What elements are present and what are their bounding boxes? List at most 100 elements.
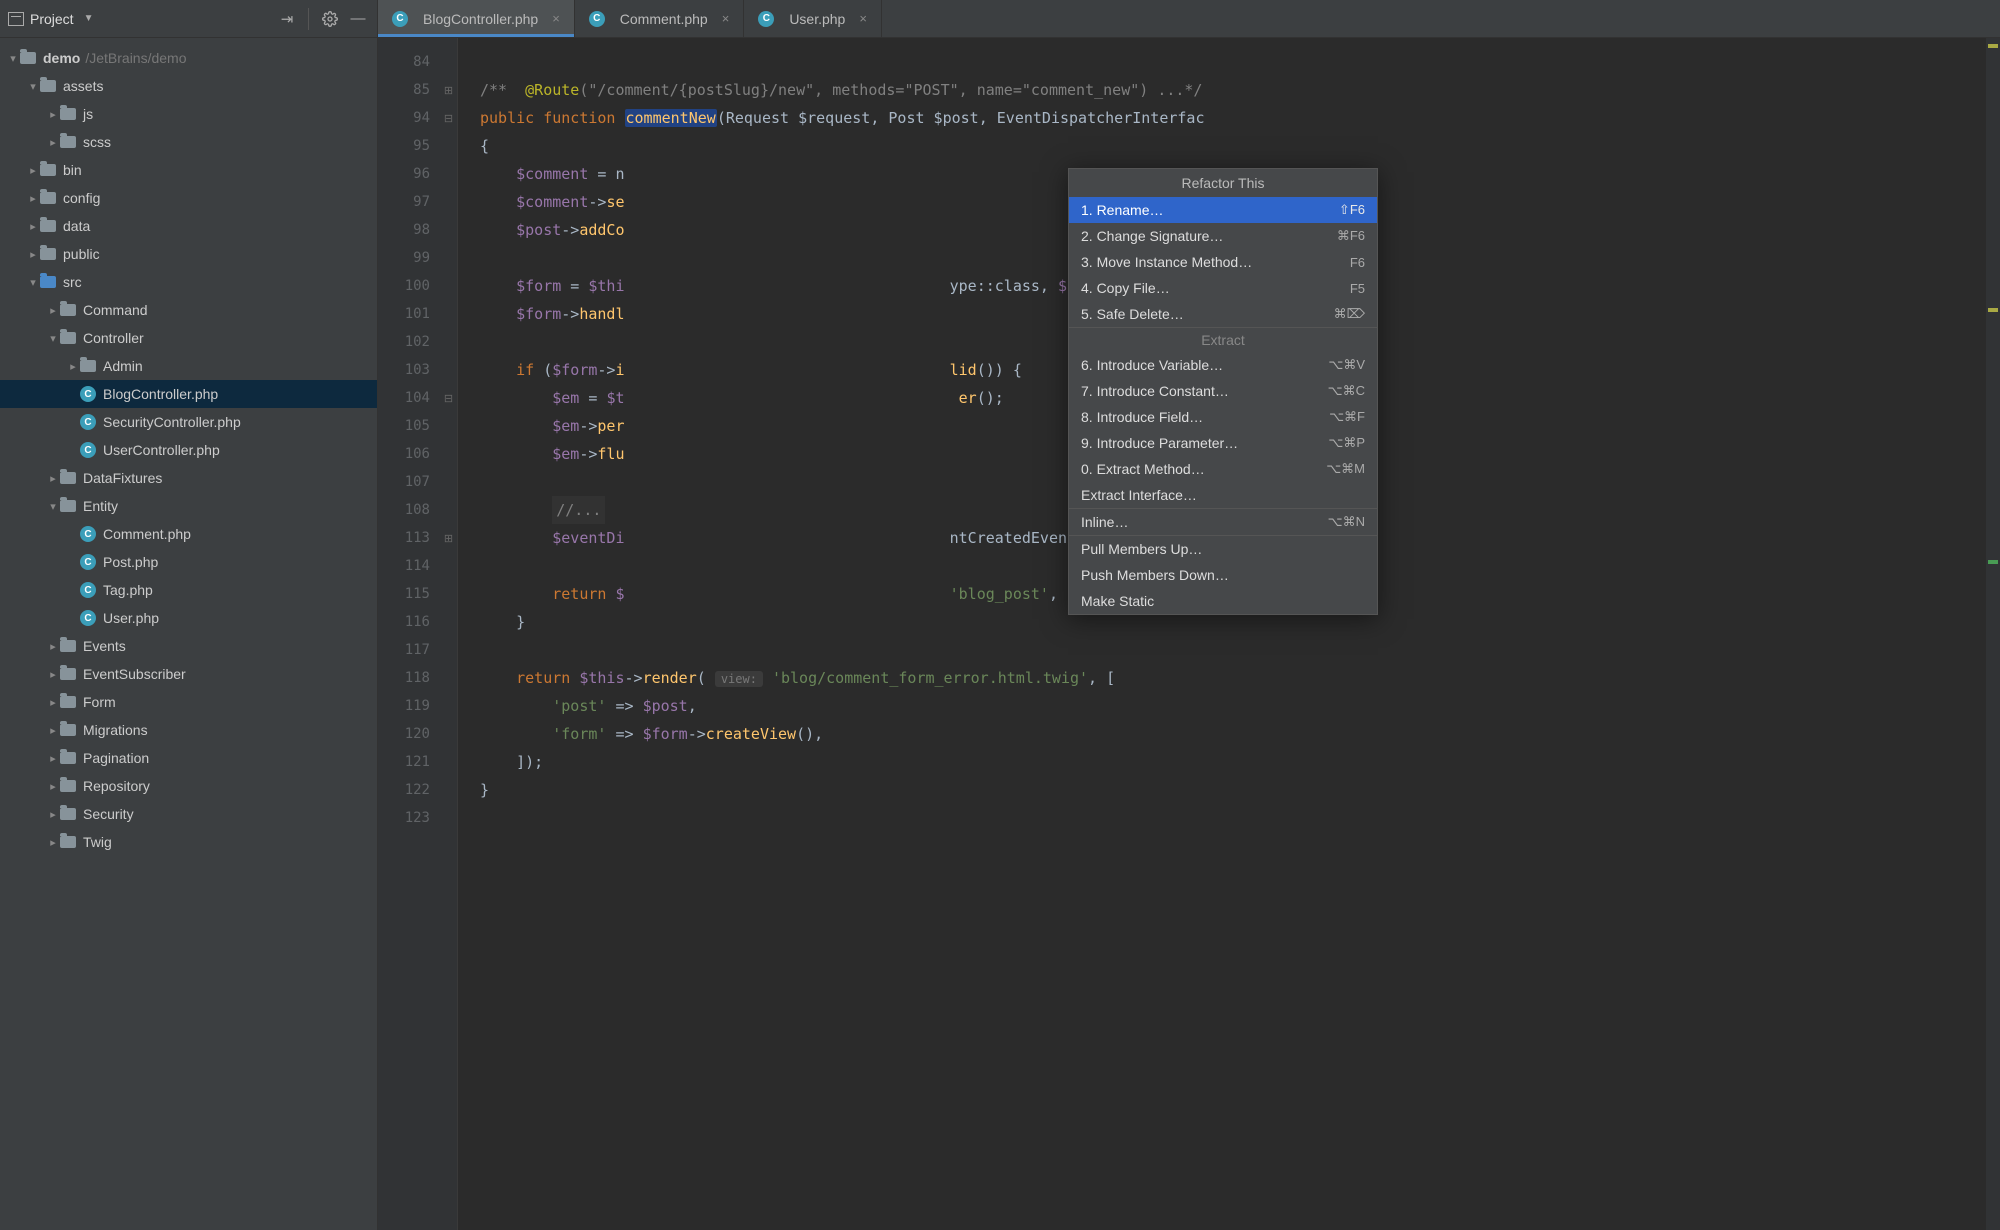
fold-marker[interactable] [440, 160, 457, 188]
popup-item[interactable]: 8. Introduce Field…⌥⌘F [1069, 404, 1377, 430]
fold-marker[interactable] [440, 664, 457, 692]
project-tree[interactable]: ▾demo/JetBrains/demo▾assets▸js▸scss▸bin▸… [0, 38, 377, 1230]
tree-row[interactable]: ▸Security [0, 800, 377, 828]
editor-tab[interactable]: CBlogController.php× [378, 0, 575, 37]
tree-row[interactable]: ▸data [0, 212, 377, 240]
fold-marker[interactable] [440, 636, 457, 664]
fold-marker[interactable] [440, 48, 457, 76]
tree-row[interactable]: ▸Twig [0, 828, 377, 856]
hide-icon[interactable]: — [347, 8, 369, 30]
fold-strip[interactable]: ⊞⊟⊟⊞ [440, 38, 458, 1230]
tree-row[interactable]: ▾Entity [0, 492, 377, 520]
fold-marker[interactable] [440, 496, 457, 524]
chevron-right-icon[interactable]: ▸ [26, 220, 40, 233]
tree-row[interactable]: ▸Repository [0, 772, 377, 800]
gear-icon[interactable] [319, 8, 341, 30]
tree-row[interactable]: ▸public [0, 240, 377, 268]
chevron-down-icon[interactable]: ▾ [26, 80, 40, 93]
project-title[interactable]: Project [30, 11, 74, 27]
tree-row[interactable]: ▸CPost.php [0, 548, 377, 576]
error-stripe[interactable] [1986, 38, 2000, 1230]
tree-row[interactable]: ▾demo/JetBrains/demo [0, 44, 377, 72]
tree-row[interactable]: ▸CUser.php [0, 604, 377, 632]
fold-marker[interactable] [440, 328, 457, 356]
close-icon[interactable]: × [859, 11, 867, 26]
tree-row[interactable]: ▸Command [0, 296, 377, 324]
close-icon[interactable]: × [722, 11, 730, 26]
fold-marker[interactable] [440, 552, 457, 580]
fold-marker[interactable]: ⊟ [440, 384, 457, 412]
chevron-right-icon[interactable]: ▸ [46, 724, 60, 737]
popup-item[interactable]: Push Members Down… [1069, 562, 1377, 588]
tree-row[interactable]: ▸Form [0, 688, 377, 716]
tree-row[interactable]: ▸Admin [0, 352, 377, 380]
collapse-icon[interactable]: ⇥ [276, 8, 298, 30]
chevron-right-icon[interactable]: ▸ [46, 836, 60, 849]
tree-row[interactable]: ▸Migrations [0, 716, 377, 744]
tree-row[interactable]: ▸bin [0, 156, 377, 184]
stripe-marker[interactable] [1988, 44, 1998, 48]
tree-row[interactable]: ▸CUserController.php [0, 436, 377, 464]
tree-row[interactable]: ▸scss [0, 128, 377, 156]
fold-marker[interactable] [440, 132, 457, 160]
fold-marker[interactable] [440, 468, 457, 496]
tree-row[interactable]: ▸config [0, 184, 377, 212]
tree-row[interactable]: ▾Controller [0, 324, 377, 352]
chevron-right-icon[interactable]: ▸ [46, 472, 60, 485]
stripe-marker[interactable] [1988, 560, 1998, 564]
fold-marker[interactable] [440, 356, 457, 384]
popup-item[interactable]: Extract Interface… [1069, 482, 1377, 508]
tree-row[interactable]: ▾src [0, 268, 377, 296]
fold-marker[interactable] [440, 720, 457, 748]
fold-marker[interactable]: ⊞ [440, 524, 457, 552]
popup-item[interactable]: Make Static [1069, 588, 1377, 614]
fold-marker[interactable] [440, 580, 457, 608]
fold-marker[interactable]: ⊞ [440, 76, 457, 104]
tree-row[interactable]: ▸Pagination [0, 744, 377, 772]
fold-marker[interactable] [440, 608, 457, 636]
fold-marker[interactable] [440, 776, 457, 804]
chevron-right-icon[interactable]: ▸ [66, 360, 80, 373]
popup-item[interactable]: 7. Introduce Constant…⌥⌘C [1069, 378, 1377, 404]
fold-marker[interactable] [440, 300, 457, 328]
chevron-right-icon[interactable]: ▸ [26, 164, 40, 177]
fold-marker[interactable]: ⊟ [440, 104, 457, 132]
tree-row[interactable]: ▸CBlogController.php [0, 380, 377, 408]
tree-row[interactable]: ▾assets [0, 72, 377, 100]
tree-row[interactable]: ▸Events [0, 632, 377, 660]
chevron-down-icon[interactable]: ▾ [26, 276, 40, 289]
tree-row[interactable]: ▸CTag.php [0, 576, 377, 604]
chevron-right-icon[interactable]: ▸ [46, 752, 60, 765]
fold-marker[interactable] [440, 216, 457, 244]
close-icon[interactable]: × [552, 11, 560, 26]
tree-row[interactable]: ▸CSecurityController.php [0, 408, 377, 436]
chevron-right-icon[interactable]: ▸ [26, 192, 40, 205]
popup-item[interactable]: 9. Introduce Parameter…⌥⌘P [1069, 430, 1377, 456]
popup-item[interactable]: 2. Change Signature…⌘F6 [1069, 223, 1377, 249]
chevron-down-icon[interactable]: ▾ [6, 52, 20, 65]
popup-item[interactable]: Inline…⌥⌘N [1069, 509, 1377, 535]
chevron-down-icon[interactable]: ▾ [46, 332, 60, 345]
fold-marker[interactable] [440, 412, 457, 440]
fold-marker[interactable] [440, 244, 457, 272]
editor-tab[interactable]: CUser.php× [744, 0, 882, 37]
chevron-right-icon[interactable]: ▸ [46, 808, 60, 821]
popup-item[interactable]: 1. Rename…⇧F6 [1069, 197, 1377, 223]
chevron-right-icon[interactable]: ▸ [26, 248, 40, 261]
fold-marker[interactable] [440, 440, 457, 468]
tree-row[interactable]: ▸DataFixtures [0, 464, 377, 492]
chevron-right-icon[interactable]: ▸ [46, 640, 60, 653]
chevron-right-icon[interactable]: ▸ [46, 108, 60, 121]
popup-item[interactable]: 4. Copy File…F5 [1069, 275, 1377, 301]
popup-item[interactable]: 5. Safe Delete…⌘⌦ [1069, 301, 1377, 327]
chevron-right-icon[interactable]: ▸ [46, 668, 60, 681]
tree-row[interactable]: ▸js [0, 100, 377, 128]
fold-marker[interactable] [440, 692, 457, 720]
chevron-down-icon[interactable]: ▾ [46, 500, 60, 513]
tree-row[interactable]: ▸CComment.php [0, 520, 377, 548]
popup-item[interactable]: 3. Move Instance Method…F6 [1069, 249, 1377, 275]
editor-tab[interactable]: CComment.php× [575, 0, 745, 37]
chevron-right-icon[interactable]: ▸ [46, 304, 60, 317]
stripe-marker[interactable] [1988, 308, 1998, 312]
chevron-right-icon[interactable]: ▸ [46, 780, 60, 793]
